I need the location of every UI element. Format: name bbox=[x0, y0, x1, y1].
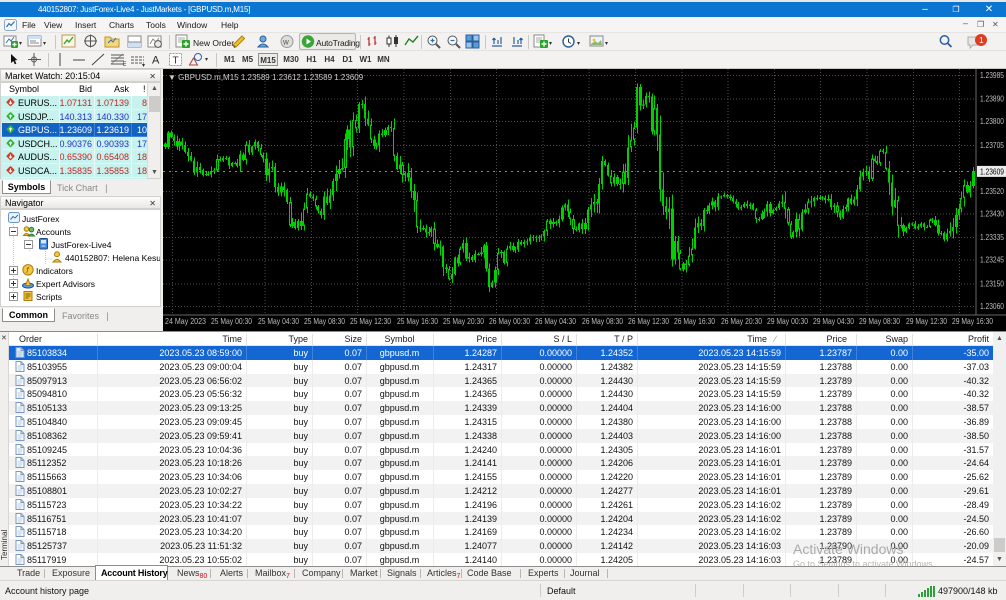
svg-text:24 May 2023: 24 May 2023 bbox=[165, 317, 206, 326]
svg-text:1.23800: 1.23800 bbox=[980, 117, 1004, 126]
svg-text:25 May 04:30: 25 May 04:30 bbox=[258, 317, 299, 326]
svg-text:29 May 16:30: 29 May 16:30 bbox=[952, 317, 993, 326]
svg-text:29 May 04:30: 29 May 04:30 bbox=[813, 317, 854, 326]
svg-text:T: T bbox=[173, 56, 179, 67]
svg-text:26 May 04:30: 26 May 04:30 bbox=[535, 317, 576, 326]
svg-text:1.23609: 1.23609 bbox=[980, 167, 1004, 176]
svg-text:25 May 16:30: 25 May 16:30 bbox=[397, 317, 438, 326]
svg-text:1.23985: 1.23985 bbox=[980, 71, 1004, 80]
svg-text:1.23245: 1.23245 bbox=[980, 256, 1004, 265]
svg-text:▾: ▾ bbox=[142, 63, 145, 67]
svg-text:29 May 08:30: 29 May 08:30 bbox=[859, 317, 900, 326]
svg-text:1.23060: 1.23060 bbox=[980, 302, 1004, 311]
svg-text:1: 1 bbox=[979, 35, 984, 45]
svg-text:1.23890: 1.23890 bbox=[980, 95, 1004, 104]
svg-text:26 May 16:30: 26 May 16:30 bbox=[674, 317, 715, 326]
svg-text:26 May 20:30: 26 May 20:30 bbox=[721, 317, 762, 326]
svg-text:25 May 08:30: 25 May 08:30 bbox=[304, 317, 345, 326]
svg-text:w: w bbox=[282, 38, 289, 47]
svg-text:25 May 12:30: 25 May 12:30 bbox=[350, 317, 391, 326]
svg-text:26 May 00:30: 26 May 00:30 bbox=[489, 317, 530, 326]
svg-text:E: E bbox=[123, 62, 126, 67]
svg-text:A: A bbox=[152, 55, 160, 67]
svg-text:Terminal: Terminal bbox=[0, 530, 9, 560]
svg-text:29 May 00:30: 29 May 00:30 bbox=[767, 317, 808, 326]
svg-text:25 May 00:30: 25 May 00:30 bbox=[211, 317, 252, 326]
svg-text:29 May 12:30: 29 May 12:30 bbox=[906, 317, 947, 326]
svg-text:1.23705: 1.23705 bbox=[980, 141, 1004, 150]
svg-text:1.23520: 1.23520 bbox=[980, 187, 1004, 196]
svg-text:1.23150: 1.23150 bbox=[980, 279, 1004, 288]
svg-text:26 May 08:30: 26 May 08:30 bbox=[582, 317, 623, 326]
svg-text:25 May 20:30: 25 May 20:30 bbox=[443, 317, 484, 326]
svg-text:26 May 12:30: 26 May 12:30 bbox=[628, 317, 669, 326]
svg-text:1.23430: 1.23430 bbox=[980, 210, 1004, 219]
svg-text:▼ GBPUSD.m,M15 1.23589 1.2361: ▼ GBPUSD.m,M15 1.23589 1.23612 1.23589 1… bbox=[168, 73, 364, 82]
svg-text:1.23335: 1.23335 bbox=[980, 233, 1004, 242]
